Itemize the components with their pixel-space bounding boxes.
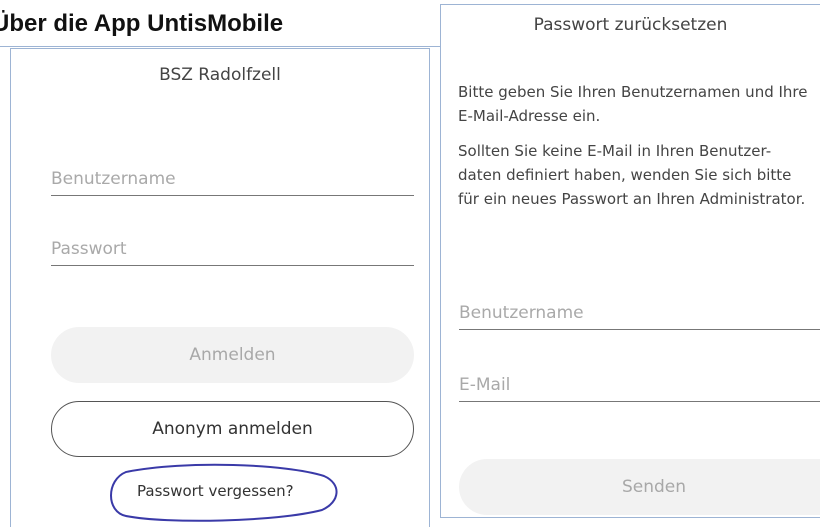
anonymous-login-button[interactable]: Anonym anmelden — [51, 401, 414, 457]
reset-note: Sollten Sie keine E-Mail in Ihren Benutz… — [458, 142, 806, 208]
email-field — [459, 375, 820, 402]
password-input[interactable] — [51, 239, 414, 265]
password-reset-screen: Passwort zurücksetzen Bitte geben Sie Ih… — [440, 4, 820, 518]
reset-username-input[interactable] — [459, 303, 820, 329]
send-button[interactable]: Senden — [459, 459, 820, 515]
reset-title: Passwort zurücksetzen — [533, 15, 728, 35]
login-button[interactable]: Anmelden — [51, 327, 414, 383]
password-field — [51, 239, 414, 266]
divider-line — [0, 46, 440, 47]
document-heading: Über die App UntisMobile — [0, 10, 284, 37]
email-input[interactable] — [459, 375, 820, 401]
username-field — [51, 169, 414, 196]
forgot-password-link[interactable]: Passwort vergessen? — [137, 482, 294, 500]
reset-instructions: Bitte geben Sie Ihren Benutzernamen und … — [458, 83, 808, 125]
username-input[interactable] — [51, 169, 414, 195]
reset-username-field — [459, 303, 820, 330]
school-name: BSZ Radolfzell — [159, 65, 281, 85]
login-screen: BSZ Radolfzell Anmelden Anonym anmelden — [10, 48, 430, 527]
